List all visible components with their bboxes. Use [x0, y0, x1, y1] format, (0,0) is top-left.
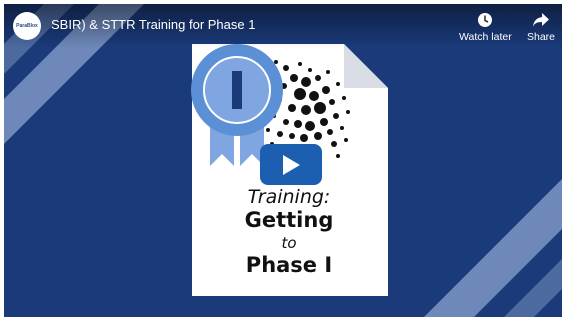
- watch-later-label: Watch later: [459, 31, 512, 43]
- clock-icon: [478, 13, 493, 27]
- play-icon: [283, 154, 300, 175]
- watch-later-button[interactable]: Watch later: [459, 12, 512, 43]
- share-label: Share: [527, 31, 556, 43]
- video-title[interactable]: SBIR) & STTR Training for Phase 1: [51, 17, 255, 32]
- share-arrow-icon: [533, 13, 550, 27]
- thumbnail-line-to: to: [281, 234, 297, 252]
- play-button[interactable]: [260, 144, 322, 185]
- channel-avatar[interactable]: ParaBlox: [13, 12, 41, 40]
- thumbnail-line-phase: Phase I: [245, 253, 333, 277]
- video-embed-frame: ParaBlox SBIR) & STTR Training for Phase…: [0, 0, 566, 321]
- thumbnail-line-getting: Getting: [244, 208, 334, 232]
- award-badge: [191, 44, 283, 136]
- share-button[interactable]: Share: [527, 12, 555, 43]
- video-player[interactable]: ParaBlox SBIR) & STTR Training for Phase…: [4, 4, 562, 317]
- channel-avatar-text: ParaBlox: [16, 23, 38, 29]
- player-top-bar: ParaBlox SBIR) & STTR Training for Phase…: [4, 4, 562, 48]
- thumbnail-line-training: Training:: [247, 186, 331, 208]
